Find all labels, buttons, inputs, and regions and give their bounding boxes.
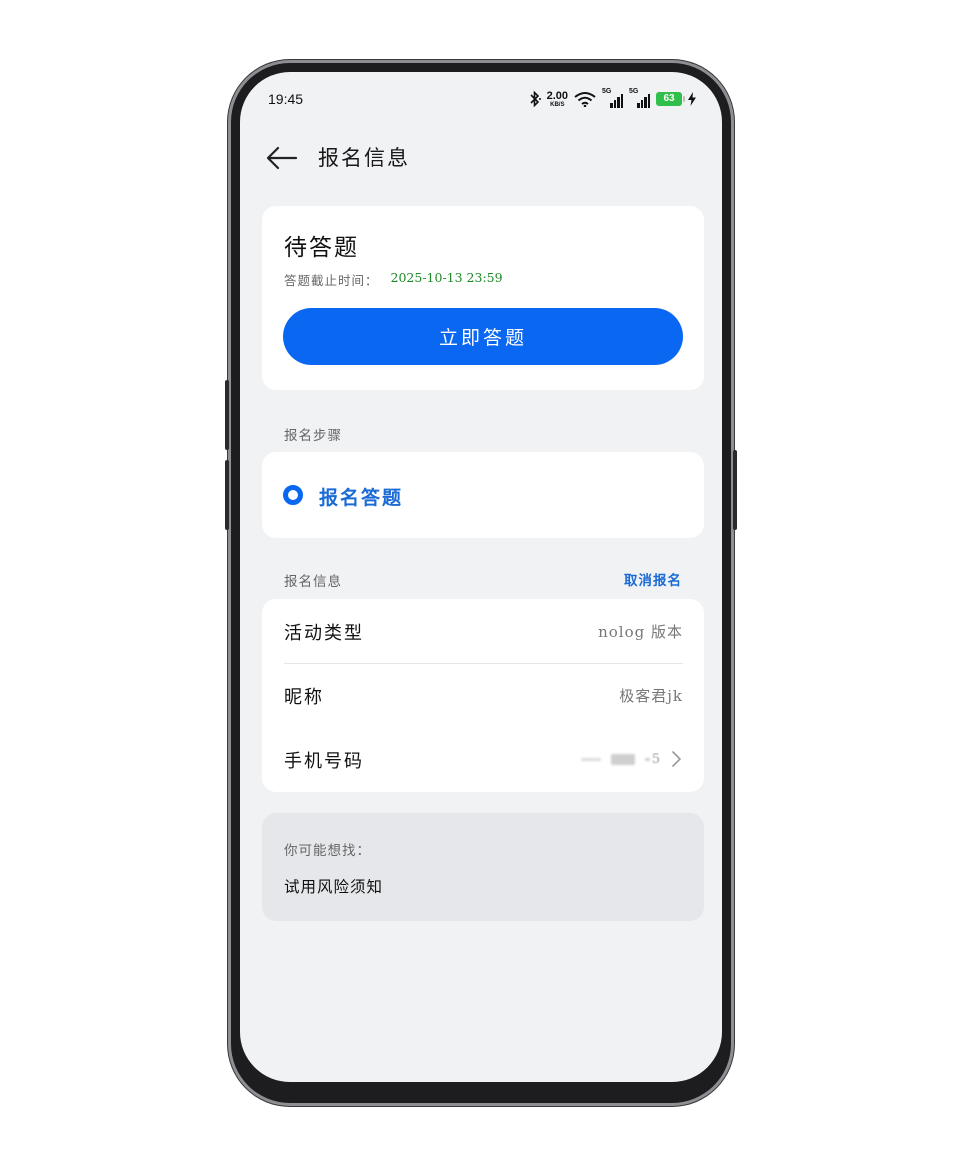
deadline-label: 答题截止时间：: [284, 273, 379, 288]
status-icons: 2.00 KB/S 5G 5G 63: [529, 88, 696, 109]
registration-info-card: 活动类型 nolog 版本 昵称 极客君jk 手机号码 5: [262, 599, 704, 792]
redacted-block: [580, 757, 601, 761]
masked-phone-value[interactable]: 5: [580, 749, 682, 769]
masked-tail: 5: [644, 751, 660, 767]
phone-tail-digit: 5: [651, 751, 660, 767]
info-value: nolog 版本: [598, 623, 683, 641]
deadline-value: 2025-10-13 23:59: [390, 270, 503, 285]
steps-section-label: 报名步骤: [284, 428, 342, 444]
step-active-icon: [283, 485, 303, 505]
network-speed-unit: KB/S: [550, 101, 565, 108]
signal-label: 5G: [602, 88, 612, 95]
info-row-activity-type: 活动类型 nolog 版本: [284, 599, 683, 663]
quiz-status-title: 待答题: [284, 235, 359, 261]
network-speed: 2.00 KB/S: [546, 89, 568, 108]
status-bar: 19:45 2.00 KB/S 5G 5G 63: [240, 72, 722, 128]
step-item-label[interactable]: 报名答题: [319, 483, 403, 510]
chevron-right-icon: [672, 751, 682, 767]
status-time: 19:45: [268, 91, 304, 107]
info-row-nickname: 昵称 极客君jk: [284, 663, 683, 727]
suggestions-label: 你可能想找：: [284, 843, 371, 859]
info-section-label: 报名信息: [284, 574, 342, 590]
deadline-row: 答题截止时间： 2025-10-13 23:59: [284, 270, 503, 289]
info-key: 手机号码: [284, 751, 364, 772]
battery-level: 63: [663, 93, 675, 104]
bluetooth-icon: [530, 91, 541, 107]
signal-label: 5G: [629, 88, 639, 95]
info-key: 活动类型: [284, 623, 364, 644]
quiz-status-card: 待答题 答题截止时间： 2025-10-13 23:59 立即答题: [262, 206, 704, 390]
app-screen: 19:45 2.00 KB/S 5G 5G 63 报名信息 待答题 答题截止时间…: [240, 72, 722, 1082]
signal-icon: 5G: [602, 88, 623, 108]
arrow-left-icon[interactable]: [264, 144, 300, 172]
network-speed-value: 2.00: [546, 89, 568, 102]
battery-icon: 63: [656, 92, 685, 106]
info-value: 极客君jk: [619, 687, 683, 705]
suggestions-card: 你可能想找： 试用风险须知: [262, 813, 704, 921]
cancel-registration-link[interactable]: 取消报名: [624, 569, 682, 589]
page-header: 报名信息: [240, 136, 722, 180]
redacted-block: [610, 753, 635, 765]
bolt-icon: [688, 92, 696, 106]
signal-icon: 5G: [629, 88, 650, 108]
suggestion-link[interactable]: 试用风险须知: [284, 875, 383, 897]
phone-side-button: [225, 460, 229, 530]
steps-card: 报名答题: [262, 452, 704, 538]
redacted-block: [644, 757, 650, 761]
info-key: 昵称: [284, 687, 324, 708]
wifi-icon: [574, 92, 596, 107]
page-title: 报名信息: [318, 146, 410, 170]
start-quiz-button[interactable]: 立即答题: [283, 308, 683, 365]
phone-power-button: [733, 450, 737, 530]
phone-side-button: [225, 380, 229, 450]
